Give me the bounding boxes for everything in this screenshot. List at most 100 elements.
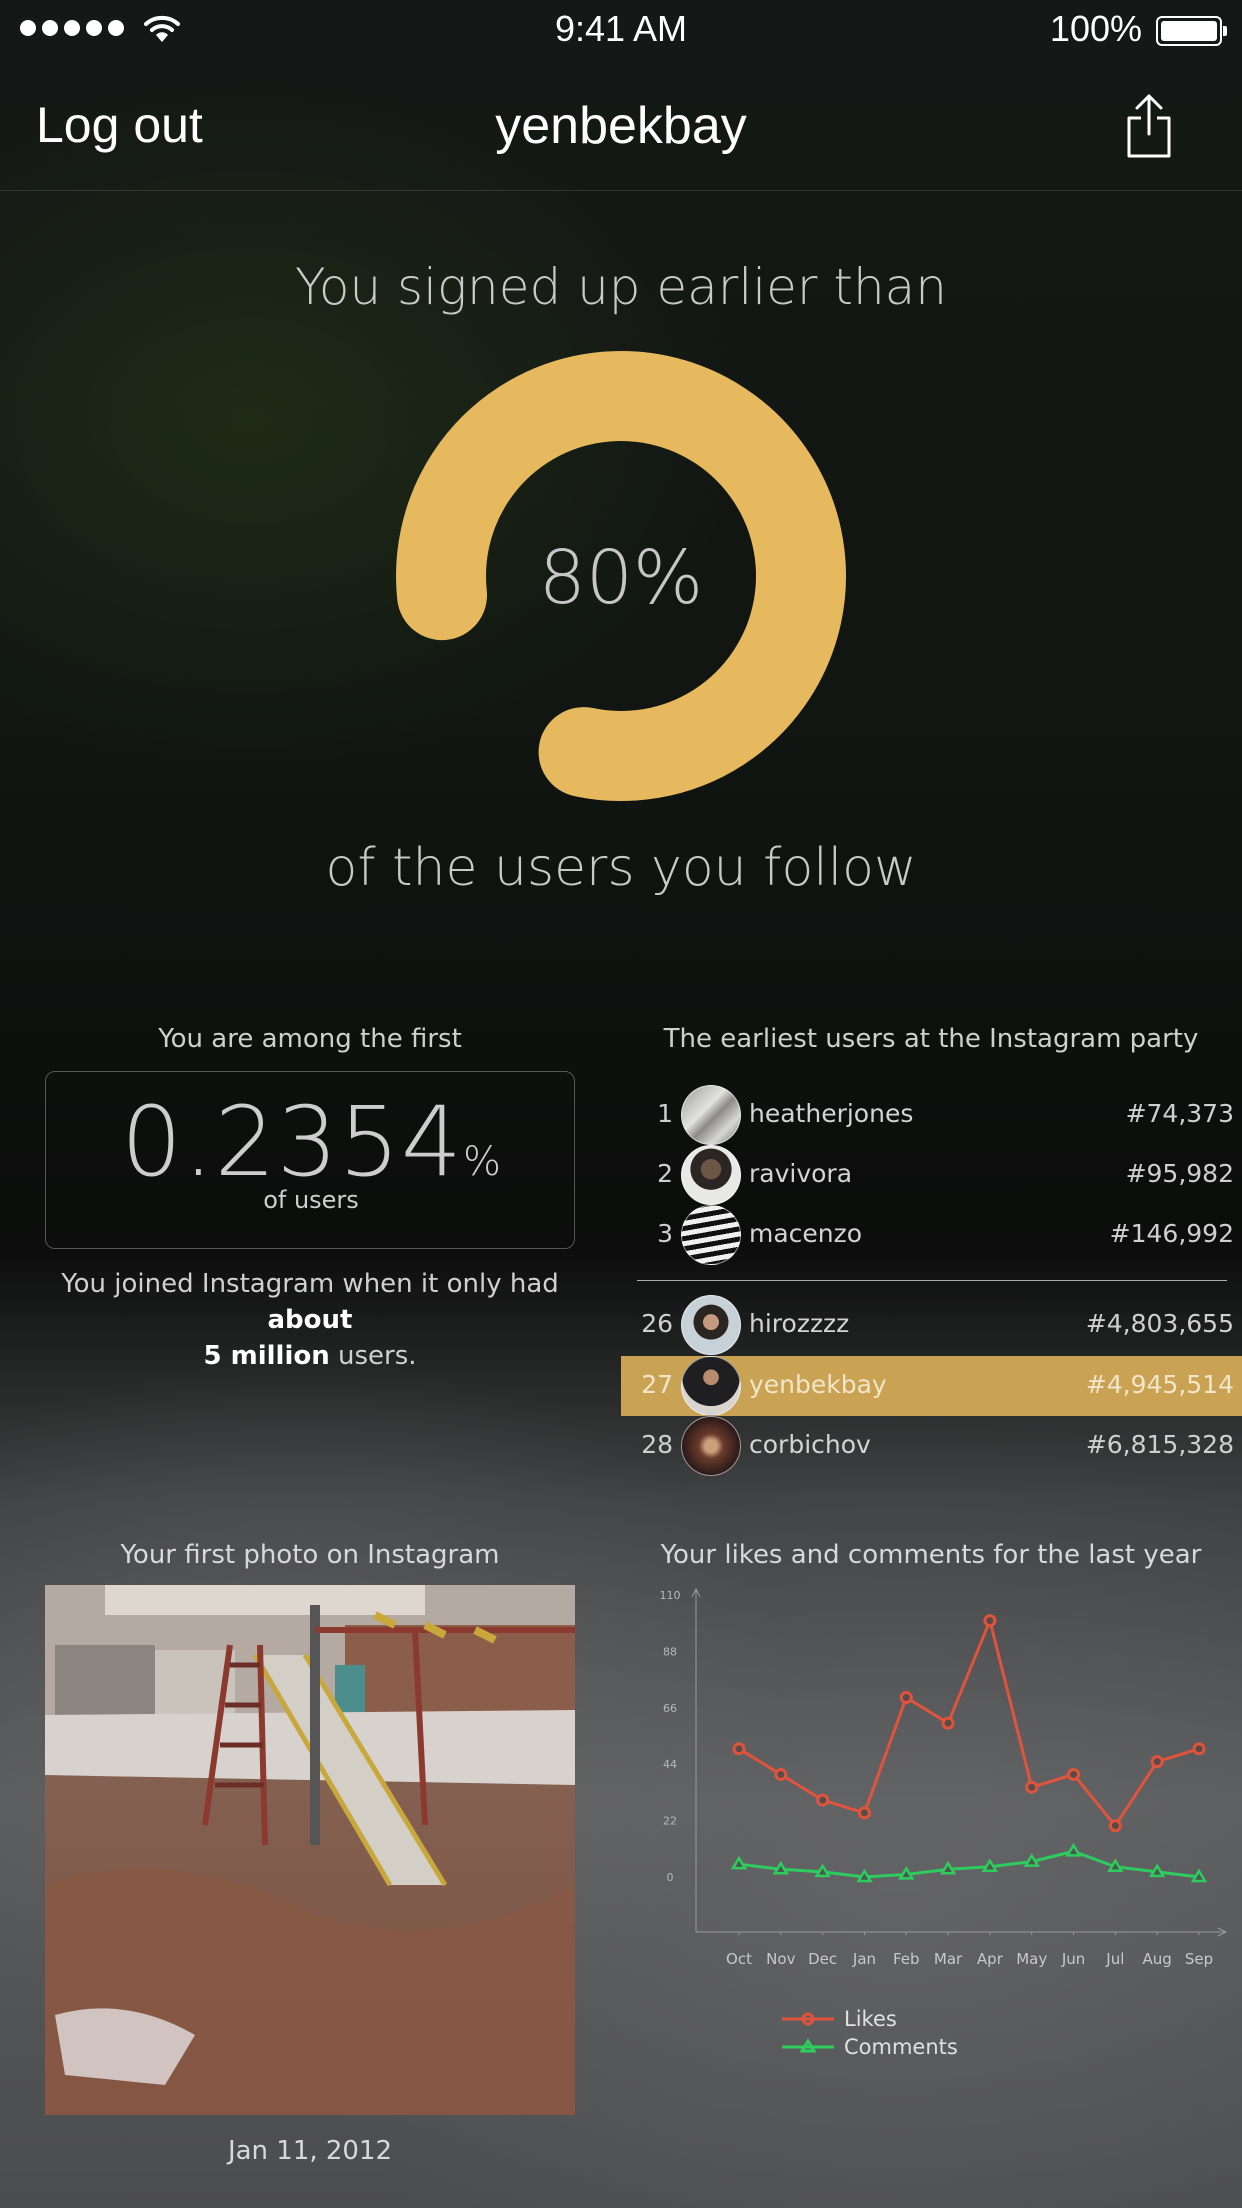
user-rank: 28 <box>641 1430 673 1459</box>
x-tick-label: Oct <box>726 1950 752 1968</box>
point-likes <box>1025 1780 1039 1794</box>
y-tick-label: 0 <box>667 1871 674 1884</box>
battery-icon <box>1156 16 1227 46</box>
user-row[interactable]: 1 heatherjones #74,373 <box>621 1085 1242 1145</box>
likes-legend-icon <box>782 2012 834 2026</box>
y-tick-label: 88 <box>663 1645 677 1658</box>
among-first-value-group: 0.2354% <box>46 1086 576 1198</box>
point-likes <box>857 1806 871 1820</box>
x-tick-label: Apr <box>977 1950 1004 1968</box>
user-number: #95,982 <box>1125 1159 1234 1188</box>
x-tick-label: Dec <box>808 1950 837 1968</box>
user-name[interactable]: macenzo <box>749 1219 862 1248</box>
point-comments <box>730 1855 748 1870</box>
x-tick-label: Jul <box>1105 1950 1124 1968</box>
x-tick-label: Sep <box>1185 1950 1213 1968</box>
point-comments <box>814 1863 831 1878</box>
comments-legend-icon <box>782 2038 834 2053</box>
legend-likes: Likes <box>780 2005 958 2033</box>
user-row[interactable]: 26 hirozzzz #4,803,655 <box>621 1295 1242 1355</box>
point-comments <box>772 1860 790 1875</box>
point-likes <box>1192 1742 1206 1756</box>
point-likes <box>941 1716 955 1730</box>
point-likes <box>1150 1755 1164 1769</box>
avatar[interactable] <box>681 1295 741 1355</box>
point-comments <box>1023 1853 1040 1867</box>
signup-footer: of the users you follow <box>325 838 917 898</box>
user-number: #6,815,328 <box>1085 1430 1234 1459</box>
user-number: #74,373 <box>1125 1099 1234 1128</box>
user-number: #4,803,655 <box>1085 1309 1234 1338</box>
user-name[interactable]: yenbekbay <box>749 1370 887 1399</box>
user-row[interactable]: 3 macenzo #146,992 <box>621 1205 1242 1265</box>
point-likes <box>774 1767 788 1781</box>
x-tick-label: Mar <box>934 1950 963 1968</box>
point-likes <box>1108 1819 1122 1833</box>
y-tick-label: 110 <box>660 1589 681 1602</box>
series-line-comments <box>738 1849 1200 1879</box>
legend-comments: Comments <box>780 2033 958 2061</box>
avatar[interactable] <box>681 1205 741 1265</box>
user-rank: 26 <box>641 1309 673 1338</box>
status-bar: 9:41 AM 100% <box>0 0 1242 60</box>
user-number: #146,992 <box>1109 1219 1234 1248</box>
point-likes <box>816 1793 830 1807</box>
first-photo-date: Jan 11, 2012 <box>227 2136 393 2166</box>
legend-likes-label: Likes <box>844 2007 897 2031</box>
point-likes <box>732 1742 746 1756</box>
avatar[interactable] <box>681 1356 741 1416</box>
joined-text: You joined Instagram when it only had ab… <box>61 1269 559 1371</box>
user-row[interactable]: 2 ravivora #95,982 <box>621 1145 1242 1205</box>
user-name[interactable]: heatherjones <box>749 1099 913 1128</box>
chart-title: Your likes and comments for the last yea… <box>660 1540 1202 1570</box>
point-comments <box>981 1858 999 1872</box>
battery-percent: 100% <box>1049 8 1142 49</box>
likes-comments-chart: 110 88 66 44 22 0 Oct Nov Dec Jan Feb Mar Apr May Jun J… <box>660 1587 1228 1968</box>
user-name[interactable]: ravivora <box>749 1159 852 1188</box>
user-name[interactable]: hirozzzz <box>749 1309 849 1338</box>
x-tick-label: Jun <box>1061 1950 1085 1968</box>
among-first-unit: % <box>462 1139 501 1185</box>
y-tick-label: 22 <box>663 1815 677 1828</box>
point-comments <box>1107 1858 1124 1872</box>
signup-percent-label: 80% <box>538 535 704 621</box>
first-photo[interactable] <box>45 1585 575 2115</box>
y-tick-label: 44 <box>663 1758 677 1771</box>
signup-heading: You signed up earlier than <box>294 258 947 316</box>
point-likes <box>1067 1767 1081 1781</box>
log-out-button[interactable]: Log out <box>36 96 203 154</box>
x-tick-label: Aug <box>1143 1950 1172 1968</box>
legend-comments-label: Comments <box>844 2035 958 2059</box>
avatar[interactable] <box>681 1085 741 1145</box>
user-rank: 1 <box>657 1099 673 1128</box>
point-likes <box>983 1614 997 1628</box>
chart-legend: Likes Comments <box>780 2005 958 2061</box>
x-tick-label: Jan <box>852 1950 876 1968</box>
first-photo-title: Your first photo on Instagram <box>120 1540 500 1570</box>
x-tick-label: Feb <box>893 1950 920 1968</box>
point-comments <box>1065 1842 1082 1857</box>
list-divider <box>637 1280 1227 1281</box>
user-rank: 2 <box>657 1159 673 1188</box>
user-rank: 3 <box>657 1219 673 1248</box>
user-row-current[interactable]: 27 yenbekbay #4,945,514 <box>621 1356 1242 1416</box>
among-first-subtitle: of users <box>263 1186 359 1214</box>
point-comments <box>898 1866 915 1880</box>
x-tick-label: May <box>1016 1950 1047 1968</box>
user-name[interactable]: corbichov <box>749 1430 871 1459</box>
user-row[interactable]: 28 corbichov #6,815,328 <box>621 1416 1242 1476</box>
avatar[interactable] <box>681 1145 741 1205</box>
navigation-bar: Log out yenbekbay <box>0 60 1242 191</box>
point-comments <box>1148 1863 1166 1878</box>
among-first-title: You are among the first <box>158 1024 462 1054</box>
x-tick-label: Nov <box>766 1950 795 1968</box>
user-number: #4,945,514 <box>1085 1370 1234 1399</box>
earliest-users-title: The earliest users at the Instagram part… <box>663 1024 1199 1054</box>
point-comments <box>1190 1868 1208 1883</box>
y-tick-label: 66 <box>663 1702 677 1715</box>
share-icon[interactable] <box>1126 92 1172 160</box>
avatar[interactable] <box>681 1416 741 1476</box>
point-comments <box>856 1868 873 1883</box>
among-first-box: 0.2354% of users <box>45 1071 575 1249</box>
among-first-value: 0.2354 <box>121 1086 463 1198</box>
